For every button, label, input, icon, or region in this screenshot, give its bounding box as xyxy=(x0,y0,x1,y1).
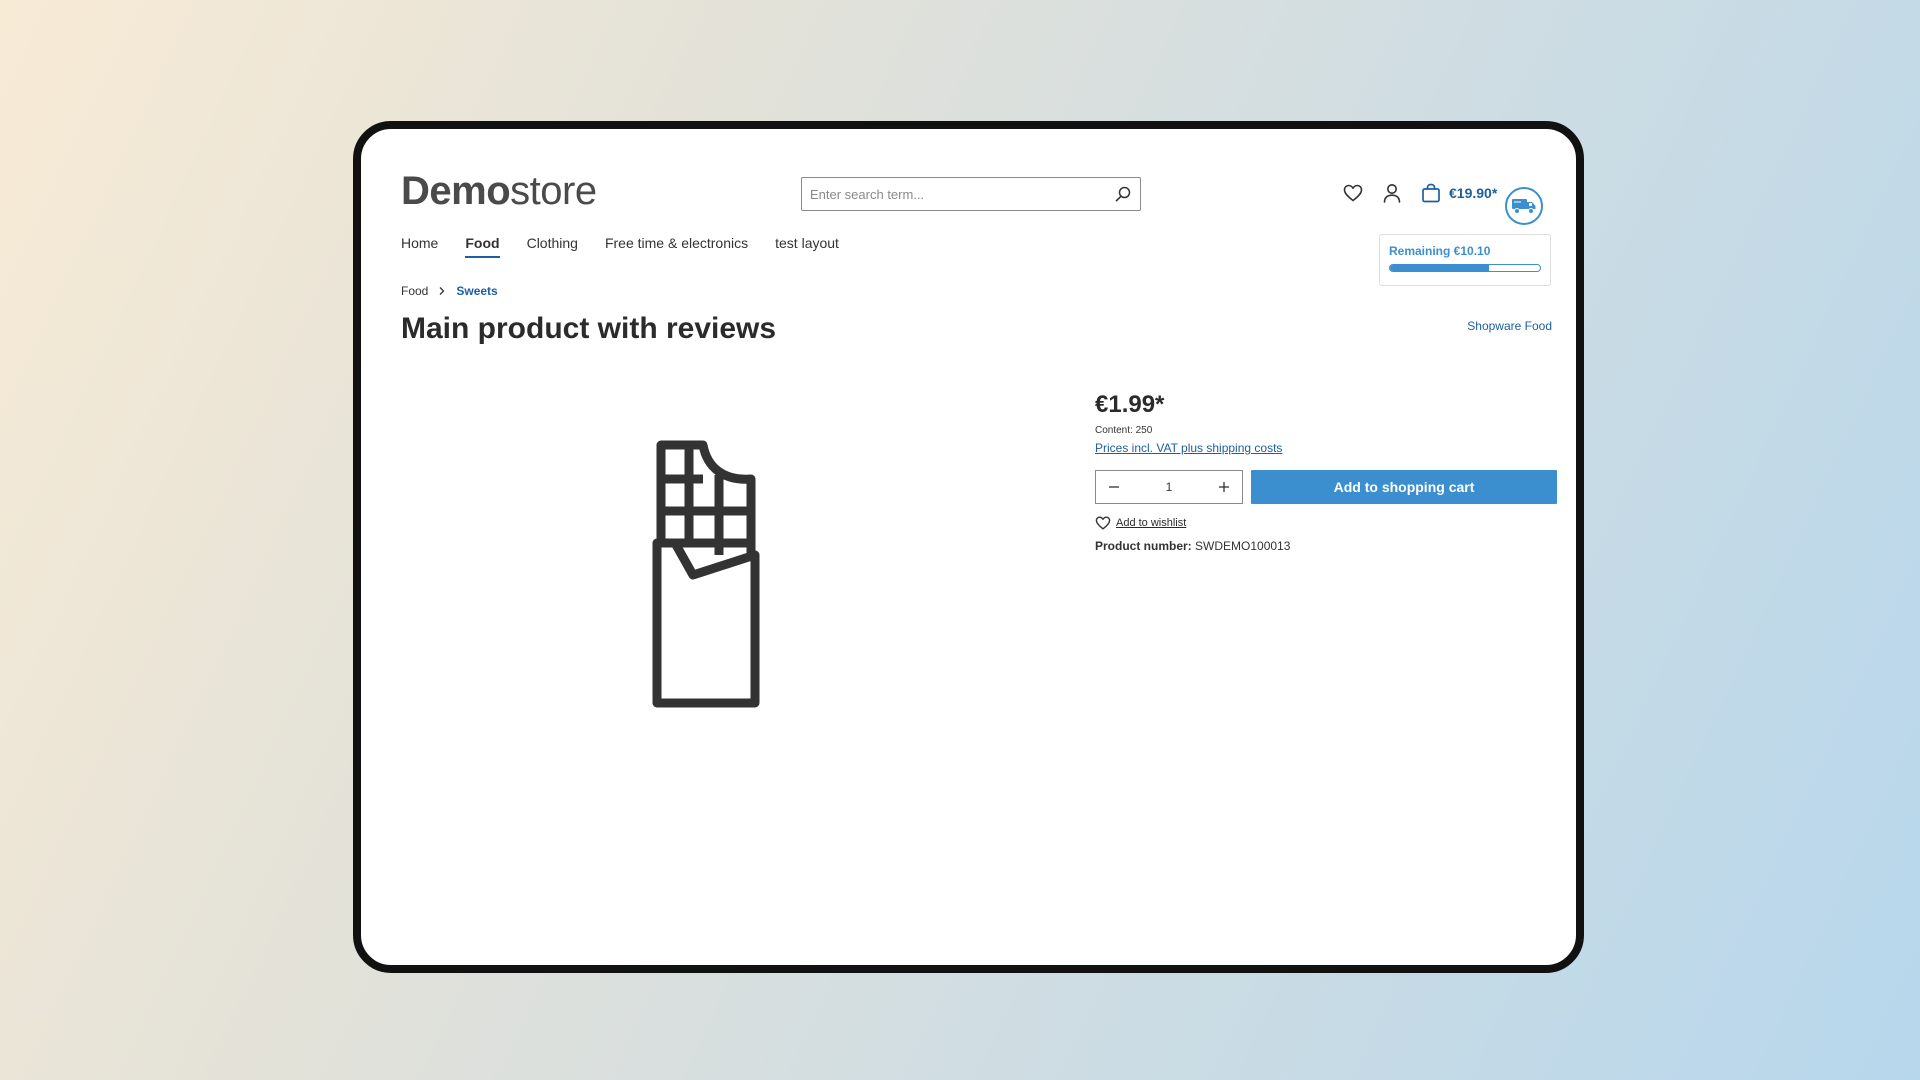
wishlist-button[interactable] xyxy=(1341,181,1365,205)
manufacturer-link[interactable]: Shopware Food xyxy=(1467,319,1552,333)
quantity-value[interactable]: 1 xyxy=(1132,480,1206,494)
chevron-right-icon xyxy=(439,287,445,295)
free-shipping-progress: Remaining €10.10 xyxy=(1379,234,1551,286)
search-input[interactable] xyxy=(802,178,1106,210)
page-title: Main product with reviews xyxy=(401,312,777,345)
main-navigation: Home Food Clothing Free time & electroni… xyxy=(401,235,866,258)
logo-bold-text: Demo xyxy=(401,169,511,213)
quantity-decrease-button[interactable] xyxy=(1096,471,1132,503)
product-image[interactable] xyxy=(651,439,781,709)
add-to-wishlist-label: Add to wishlist xyxy=(1116,517,1187,529)
quantity-stepper: 1 xyxy=(1095,470,1243,504)
breadcrumb-item-sweets[interactable]: Sweets xyxy=(456,284,497,298)
shipping-progress-fill xyxy=(1390,265,1489,271)
search-bar xyxy=(801,177,1141,211)
nav-item-test-layout[interactable]: test layout xyxy=(775,235,839,258)
breadcrumb-separator xyxy=(438,286,446,296)
delivery-truck-icon xyxy=(1512,199,1536,214)
user-icon xyxy=(1383,184,1401,203)
minus-icon xyxy=(1109,486,1119,488)
heart-icon xyxy=(1095,516,1111,530)
nav-item-food[interactable]: Food xyxy=(465,235,500,258)
breadcrumb: Food Sweets xyxy=(401,284,498,298)
plus-icon xyxy=(1219,482,1229,492)
buy-box: €1.99* Content: 250 Prices incl. VAT plu… xyxy=(1095,391,1557,553)
account-button[interactable] xyxy=(1380,181,1404,205)
shopping-bag-icon xyxy=(1422,183,1440,203)
product-number-label: Product number: xyxy=(1095,539,1192,553)
shipping-badge[interactable] xyxy=(1505,187,1543,225)
nav-item-free-time-electronics[interactable]: Free time & electronics xyxy=(605,235,748,258)
breadcrumb-item-food[interactable]: Food xyxy=(401,284,428,298)
heart-icon xyxy=(1343,184,1363,202)
product-number: Product number: SWDEMO100013 xyxy=(1095,539,1557,553)
chocolate-bar-icon xyxy=(652,440,760,708)
device-frame: Demostore Enter search term... €19.90* R… xyxy=(353,121,1584,973)
quantity-increase-button[interactable] xyxy=(1206,471,1242,503)
search-button[interactable] xyxy=(1106,178,1140,210)
add-to-cart-button[interactable]: Add to shopping cart xyxy=(1251,470,1557,504)
product-content: Content: 250 xyxy=(1095,425,1153,436)
product-price: €1.99* xyxy=(1095,391,1165,418)
remaining-label: Remaining €10.10 xyxy=(1389,244,1491,258)
shipping-progress-bar xyxy=(1389,264,1541,272)
header-actions: €19.90* xyxy=(1341,181,1497,205)
cart-button[interactable] xyxy=(1419,181,1443,205)
storefront-page: Demostore Enter search term... €19.90* R… xyxy=(361,129,1576,965)
store-logo[interactable]: Demostore xyxy=(401,171,597,211)
logo-light-text: store xyxy=(510,169,597,213)
add-to-wishlist-button[interactable]: Add to wishlist xyxy=(1095,516,1557,530)
vat-shipping-link[interactable]: Prices incl. VAT plus shipping costs xyxy=(1095,441,1282,455)
cart-total[interactable]: €19.90* xyxy=(1449,185,1497,201)
buy-row: 1 Add to shopping cart xyxy=(1095,470,1557,504)
product-number-value: SWDEMO100013 xyxy=(1195,539,1291,553)
nav-item-clothing[interactable]: Clothing xyxy=(527,235,578,258)
search-icon xyxy=(1115,186,1131,202)
nav-item-home[interactable]: Home xyxy=(401,235,438,258)
